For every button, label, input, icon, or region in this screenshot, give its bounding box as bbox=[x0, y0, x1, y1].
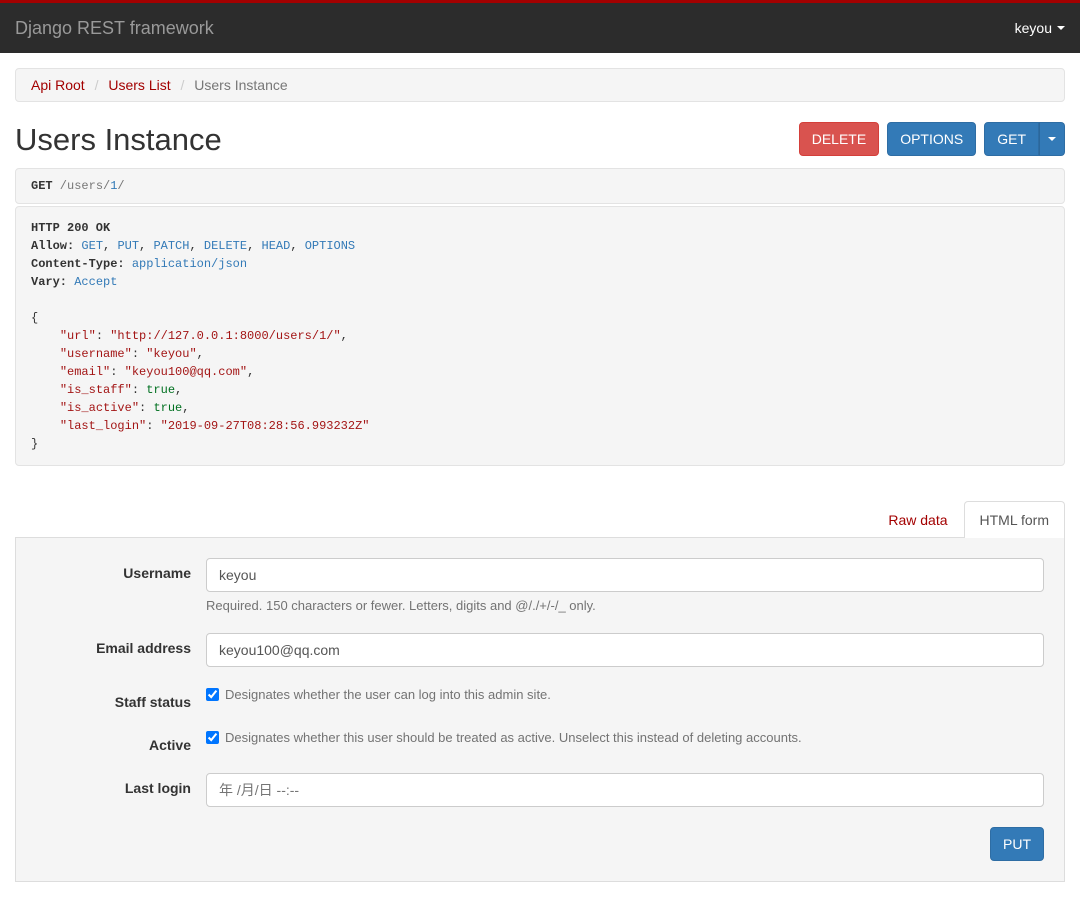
put-button[interactable]: PUT bbox=[990, 827, 1044, 861]
brand-link[interactable]: Django REST framework bbox=[15, 18, 214, 39]
username-label: Username bbox=[36, 558, 206, 613]
active-checkbox[interactable] bbox=[206, 731, 219, 744]
action-buttons: DELETE OPTIONS GET bbox=[799, 122, 1065, 156]
get-dropdown-button[interactable] bbox=[1039, 122, 1065, 156]
get-button[interactable]: GET bbox=[984, 122, 1039, 156]
staff-status-checkbox[interactable] bbox=[206, 688, 219, 701]
breadcrumb-separator: / bbox=[89, 77, 105, 93]
username-input[interactable] bbox=[206, 558, 1044, 592]
breadcrumb: Api Root / Users List / Users Instance bbox=[15, 68, 1065, 102]
delete-button[interactable]: DELETE bbox=[799, 122, 879, 156]
staff-status-label: Staff status bbox=[36, 687, 206, 710]
request-method: GET bbox=[31, 179, 53, 193]
user-menu[interactable]: keyou bbox=[1015, 20, 1065, 36]
tab-bar: Raw data HTML form bbox=[15, 501, 1065, 538]
breadcrumb-root[interactable]: Api Root bbox=[31, 77, 85, 93]
active-help: Designates whether this user should be t… bbox=[225, 730, 802, 745]
email-input[interactable] bbox=[206, 633, 1044, 667]
username-help: Required. 150 characters or fewer. Lette… bbox=[206, 598, 1044, 613]
breadcrumb-current: Users Instance bbox=[194, 77, 287, 93]
active-label: Active bbox=[36, 730, 206, 753]
get-button-group: GET bbox=[984, 122, 1065, 156]
caret-down-icon bbox=[1048, 137, 1056, 141]
last-login-input[interactable] bbox=[206, 773, 1044, 807]
navbar: Django REST framework keyou bbox=[0, 3, 1080, 53]
form-panel: Username Required. 150 characters or few… bbox=[15, 538, 1065, 882]
caret-down-icon bbox=[1057, 26, 1065, 30]
user-label: keyou bbox=[1015, 20, 1052, 36]
options-button[interactable]: OPTIONS bbox=[887, 122, 976, 156]
request-line: GET /users/1/ bbox=[15, 168, 1065, 204]
staff-status-help: Designates whether the user can log into… bbox=[225, 687, 551, 702]
request-path: /users/1/ bbox=[53, 179, 125, 193]
page-title: Users Instance bbox=[15, 122, 222, 158]
response-block: HTTP 200 OK Allow: GET, PUT, PATCH, DELE… bbox=[15, 206, 1065, 466]
last-login-label: Last login bbox=[36, 773, 206, 807]
email-label: Email address bbox=[36, 633, 206, 667]
tab-html-form[interactable]: HTML form bbox=[964, 501, 1065, 538]
breadcrumb-list[interactable]: Users List bbox=[108, 77, 170, 93]
breadcrumb-separator: / bbox=[175, 77, 191, 93]
tab-raw-data[interactable]: Raw data bbox=[872, 501, 963, 538]
